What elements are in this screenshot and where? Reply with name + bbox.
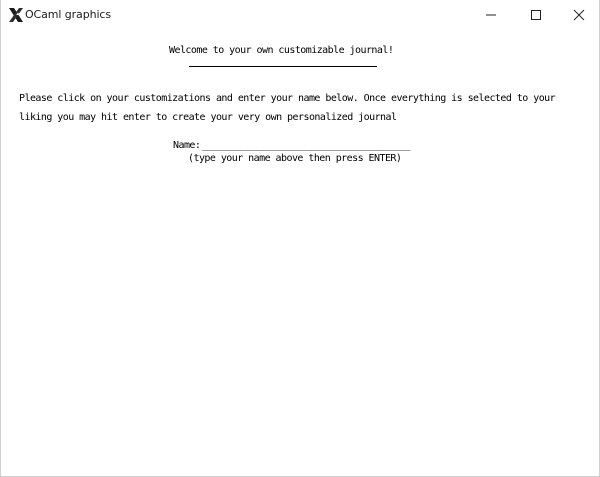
graphics-canvas[interactable]: Welcome to your own customizable journal… — [1, 30, 599, 476]
maximize-button[interactable] — [513, 0, 559, 30]
close-button[interactable] — [556, 0, 600, 30]
title-bar[interactable]: OCaml graphics — [1, 0, 599, 30]
close-icon — [573, 6, 585, 25]
name-hint: (type your name above then press ENTER) — [188, 153, 402, 164]
window-title: OCaml graphics — [25, 8, 111, 21]
maximize-icon — [530, 6, 542, 25]
heading-underline — [189, 66, 377, 67]
minimize-button[interactable] — [468, 0, 514, 30]
journal-heading: Welcome to your own customizable journal… — [169, 45, 394, 56]
name-label: Name: — [173, 140, 201, 151]
instructions-line-1: Please click on your customizations and … — [19, 93, 556, 104]
instructions-line-2: liking you may hit enter to create your … — [19, 112, 397, 123]
minimize-icon — [485, 6, 497, 25]
ocaml-x-icon — [8, 7, 24, 23]
name-input[interactable]: ______________________________________ — [202, 140, 410, 151]
ocaml-graphics-window: OCaml graphics Welcome to your own custo… — [0, 0, 600, 477]
